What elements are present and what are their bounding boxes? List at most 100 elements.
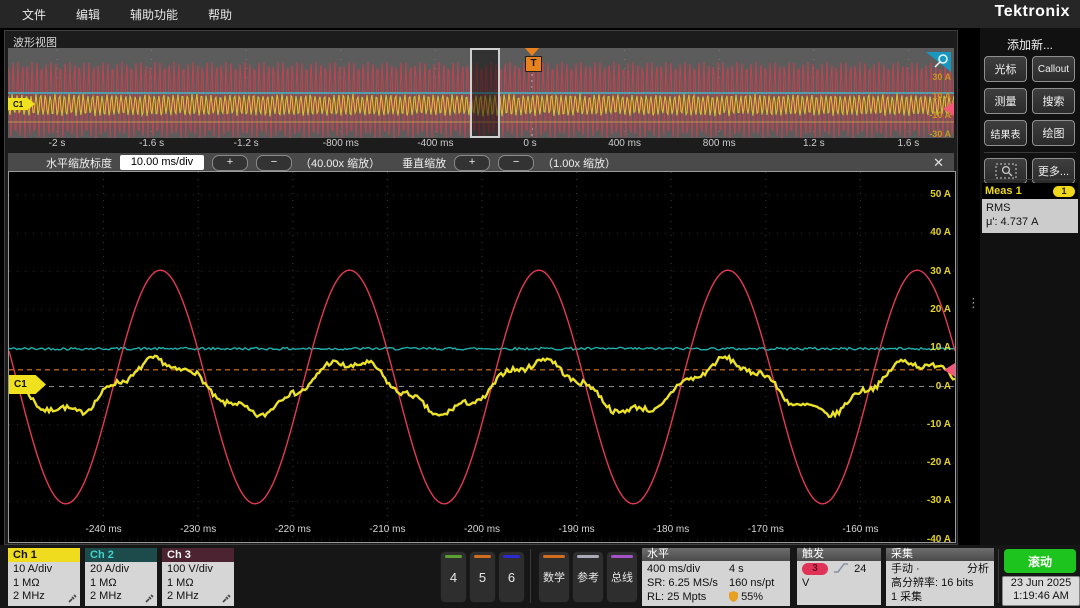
overview-amp-tick: -30 A: [911, 129, 951, 138]
main-time-tick: -240 ms: [69, 524, 139, 535]
menu-utility[interactable]: 辅助功能: [130, 6, 178, 23]
roll-run-button[interactable]: 滚动: [1004, 549, 1076, 573]
divider-drag-handle[interactable]: ⋮: [967, 295, 980, 311]
h-zoom-scale-label: 水平缩放标度: [46, 155, 112, 171]
menu-file[interactable]: 文件: [22, 6, 46, 23]
probe-icon: [145, 594, 154, 603]
overview-amp-tick: 10 A: [911, 91, 951, 101]
oscilloscope-app: 文件 编辑 辅助功能 帮助 Tektronix 波形视图 C1 T 30 A10…: [0, 0, 1080, 608]
channel5-button[interactable]: 5: [469, 551, 496, 603]
results-table-button[interactable]: 结果表: [984, 120, 1027, 146]
acq-analyze: 分析: [967, 562, 989, 576]
overview-time-tick: 1.2 s: [779, 138, 849, 149]
more-button[interactable]: 更多...: [1032, 158, 1075, 184]
meas1-type: RMS: [986, 201, 1074, 215]
horizontal-panel-title: 水平: [642, 548, 790, 561]
record-overview-strip[interactable]: C1 T 30 A10 A-10 A-30 A: [8, 48, 954, 138]
main-time-tick: -220 ms: [258, 524, 328, 535]
main-time-tick: -160 ms: [825, 524, 895, 535]
reference-label: 参考: [577, 569, 599, 585]
main-waveform-plot[interactable]: C1 -240 ms-230 ms-220 ms-210 ms-200 ms-1…: [8, 171, 956, 543]
channel3-scale: 100 V/div: [167, 563, 234, 577]
acquisition-panel-title: 采集: [886, 548, 994, 561]
v-zoom-minus-button[interactable]: −: [498, 155, 534, 171]
v-zoom-plus-button[interactable]: +: [454, 155, 490, 171]
sidebar-separator: [984, 179, 1076, 180]
meas1-title: Meas 1: [985, 185, 1022, 197]
channel2-badge[interactable]: Ch 2 20 A/div 1 MΩ 2 MHz: [85, 548, 157, 606]
datetime-display: 23 Jun 2025 1:19:46 AM: [1002, 576, 1080, 606]
zoom-control-bar: 水平缩放标度 10.00 ms/div + − （40.00x 缩放） 垂直缩放…: [8, 153, 954, 172]
sidebar: 添加新... 光标 Callout 测量 搜索 结果表 绘图 更多... Mea…: [980, 28, 1080, 545]
channel6-button[interactable]: 6: [498, 551, 525, 603]
tektronix-logo: Tektronix: [995, 3, 1070, 21]
channel1-impedance: 1 MΩ: [13, 577, 80, 591]
main-amp-tick: 40 A: [907, 227, 951, 238]
overview-time-tick: -1.6 s: [117, 138, 187, 149]
overview-time-tick: -800 ms: [306, 138, 376, 149]
main-time-tick: -190 ms: [542, 524, 612, 535]
meas1-count-pill: 1: [1053, 186, 1075, 197]
channel1-badge[interactable]: Ch 1 10 A/div 1 MΩ 2 MHz: [8, 548, 80, 606]
acq-resolution: 高分辨率: 16 bits: [891, 576, 989, 590]
bottom-separator: [998, 549, 999, 603]
trigger-position-marker[interactable]: T: [525, 56, 542, 72]
main-amp-tick: 20 A: [907, 304, 951, 315]
acq-count: 1 采集: [891, 590, 989, 604]
menu-edit[interactable]: 编辑: [76, 6, 100, 23]
main-time-tick: -180 ms: [636, 524, 706, 535]
trigger-panel[interactable]: 触发 3 24 V: [797, 548, 881, 605]
main-amp-tick: 10 A: [907, 342, 951, 353]
meas1-badge[interactable]: Meas 1 1 RMS μ': 4.737 A: [982, 183, 1078, 233]
time-value: 1:19:46 AM: [1003, 590, 1079, 603]
bus-button[interactable]: 总线: [606, 551, 638, 603]
main-time-tick: -210 ms: [352, 524, 422, 535]
h-duration: 4 s: [729, 562, 744, 576]
acq-mode: 手动 ·: [891, 562, 920, 576]
bus-label: 总线: [611, 569, 633, 585]
overview-amp-tick: -10 A: [911, 110, 951, 120]
date-value: 23 Jun 2025: [1003, 577, 1079, 590]
measure-button[interactable]: 测量: [984, 88, 1027, 114]
channel3-badge[interactable]: Ch 3 100 V/div 1 MΩ 2 MHz: [162, 548, 234, 606]
overview-time-tick: -400 ms: [400, 138, 470, 149]
horizontal-panel[interactable]: 水平 400 ms/div 4 s SR: 6.25 MS/s 160 ns/p…: [642, 548, 790, 606]
h-zoom-scale-value[interactable]: 10.00 ms/div: [120, 155, 204, 170]
acquisition-panel[interactable]: 采集 手动 · 分析 高分辨率: 16 bits 1 采集: [886, 548, 994, 606]
main-amp-tick: -40 A: [907, 534, 951, 545]
cursor-button[interactable]: 光标: [984, 56, 1027, 82]
channel1-scale: 10 A/div: [13, 563, 80, 577]
channel2-name: Ch 2: [85, 548, 157, 562]
channel3-name: Ch 3: [162, 548, 234, 562]
zoom-close-icon[interactable]: ✕: [933, 155, 944, 171]
menu-help[interactable]: 帮助: [208, 6, 232, 23]
math-label: 数学: [543, 569, 565, 585]
channel6-label: 6: [508, 570, 515, 585]
main-time-tick: -200 ms: [447, 524, 517, 535]
main-amp-tick: 30 A: [907, 266, 951, 277]
channel4-button[interactable]: 4: [440, 551, 467, 603]
zoom-window-box[interactable]: [470, 48, 500, 138]
channel4-label: 4: [450, 570, 457, 585]
trigger-source-badge: 3: [802, 563, 828, 575]
channel2-impedance: 1 MΩ: [90, 577, 157, 591]
main-amp-tick: -20 A: [907, 457, 951, 468]
zoom-overlay-icon: [995, 163, 1017, 179]
meas1-body: RMS μ': 4.737 A: [982, 199, 1078, 233]
trigger-level-arrow[interactable]: [944, 363, 955, 377]
reference-button[interactable]: 参考: [572, 551, 604, 603]
h-zoom-plus-button[interactable]: +: [212, 155, 248, 171]
v-zoom-factor: （1.00x 缩放）: [542, 155, 616, 171]
bottom-bar: Ch 1 10 A/div 1 MΩ 2 MHz Ch 2 20 A/div 1…: [0, 545, 1080, 608]
callout-button[interactable]: Callout: [1032, 56, 1075, 82]
h-zoom-minus-button[interactable]: −: [256, 155, 292, 171]
zoom-overlay-button[interactable]: [984, 158, 1027, 184]
overview-zoom-icon[interactable]: [924, 50, 952, 74]
main-waveforms: [9, 172, 955, 542]
add-new-title: 添加新...: [980, 36, 1080, 53]
plot-button[interactable]: 绘图: [1032, 120, 1075, 146]
math-button[interactable]: 数学: [538, 551, 570, 603]
search-button[interactable]: 搜索: [1032, 88, 1075, 114]
menu-bar: 文件 编辑 辅助功能 帮助: [0, 0, 1080, 28]
channel5-label: 5: [479, 570, 486, 585]
